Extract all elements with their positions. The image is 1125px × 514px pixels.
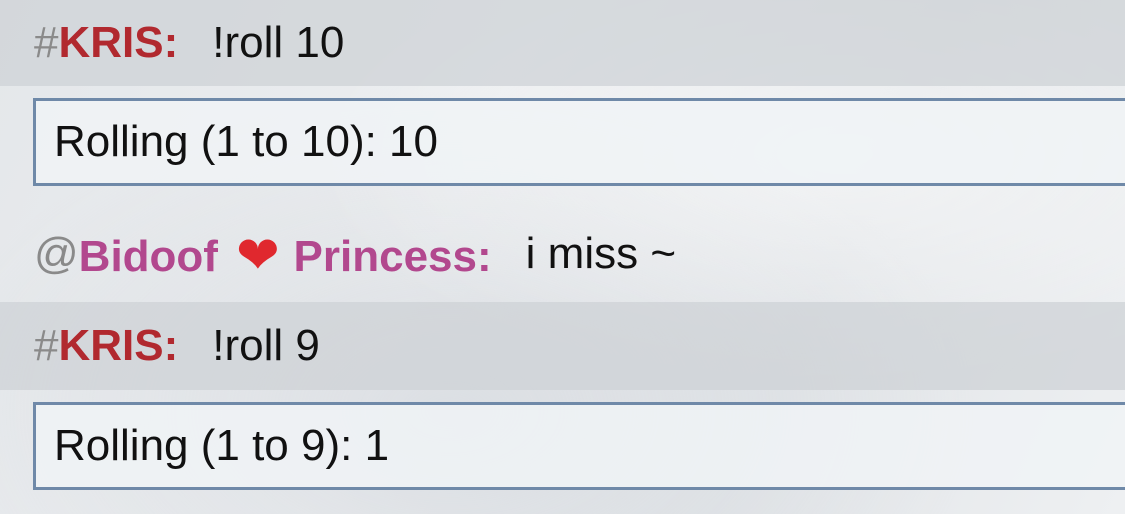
chat-log: # KRIS: !roll 10 Rolling (1 to 10): 10 @… — [0, 0, 1125, 514]
user-rank-symbol: @ — [34, 229, 79, 278]
username[interactable]: Bidoof ❤ Princess: — [79, 228, 492, 282]
username[interactable]: KRIS: — [58, 324, 178, 368]
user-rank-symbol: # — [34, 18, 59, 67]
user-rank-symbol: # — [34, 321, 59, 370]
chat-message: # KRIS: !roll 10 — [0, 0, 1125, 86]
roll-result-text: Rolling (1 to 10): 10 — [54, 117, 438, 166]
message-text: !roll 10 — [212, 18, 345, 67]
message-text: i miss ~ — [525, 229, 677, 278]
roll-result-box: Rolling (1 to 9): 1 — [33, 402, 1125, 490]
chat-message: # KRIS: !roll 9 — [0, 302, 1125, 390]
chat-message: @ Bidoof ❤ Princess: i miss ~ — [0, 206, 1125, 302]
roll-result-box: Rolling (1 to 10): 10 — [33, 98, 1125, 186]
heart-icon: ❤ — [235, 227, 280, 285]
username[interactable]: KRIS: — [58, 21, 178, 65]
message-text: !roll 9 — [212, 321, 320, 370]
roll-result-text: Rolling (1 to 9): 1 — [54, 421, 390, 470]
